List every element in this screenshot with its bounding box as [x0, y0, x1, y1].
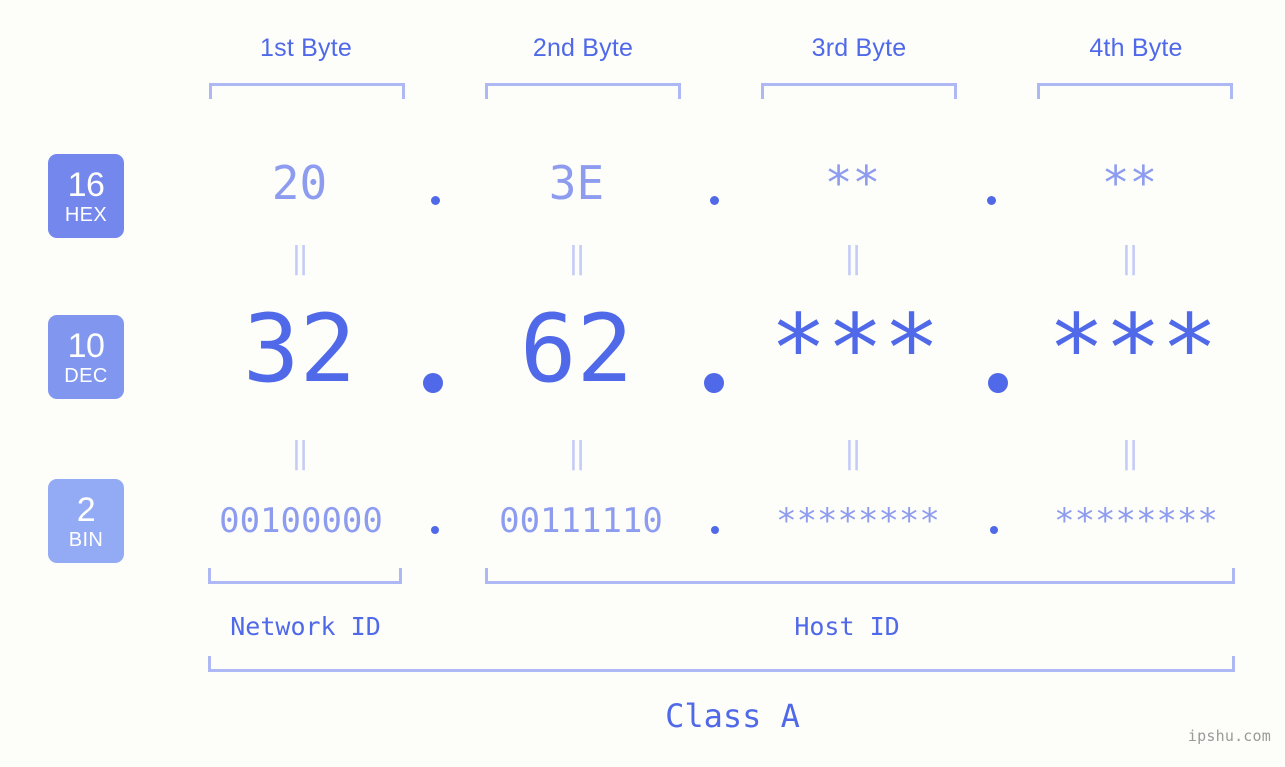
- byte-header-1-label: 1st Byte: [260, 34, 352, 62]
- equals-connector-hex-dec-2: ‖: [567, 241, 586, 276]
- byte-bracket-3: [761, 83, 957, 99]
- byte-bracket-4: [1037, 83, 1233, 99]
- watermark: ipshu.com: [1187, 727, 1271, 745]
- byte-header-1: 1st Byte: [207, 34, 405, 63]
- bin-byte-4-value: ********: [1054, 501, 1218, 541]
- host-id-label: Host ID: [757, 612, 937, 641]
- hex-byte-2-value: 3E: [548, 156, 605, 210]
- equals-connector-dec-bin-1: ‖: [290, 436, 309, 471]
- bin-byte-2-value: 00111110: [499, 501, 663, 541]
- class-label: Class A: [610, 697, 855, 735]
- base-badge-hex-abbr: HEX: [64, 203, 108, 226]
- equals-connector-dec-bin-4: ‖: [1120, 436, 1139, 471]
- hex-byte-1-value: 20: [271, 156, 328, 210]
- host-id-label-text: Host ID: [794, 612, 900, 641]
- base-badge-bin: 2 BIN: [48, 479, 124, 563]
- base-badge-bin-number: 2: [76, 490, 96, 529]
- bin-byte-3-value: ********: [776, 501, 940, 541]
- hex-separator-dot-2: [710, 196, 719, 205]
- base-badge-dec: 10 DEC: [48, 315, 124, 399]
- byte-header-2-label: 2nd Byte: [532, 34, 634, 62]
- hex-byte-3-value: **: [824, 156, 881, 210]
- hex-separator-dot-3: [987, 196, 996, 205]
- base-badge-hex-number: 16: [67, 165, 105, 204]
- equals-connector-hex-dec-3: ‖: [843, 241, 862, 276]
- network-id-label: Network ID: [203, 612, 408, 641]
- dec-byte-2-value: 62: [519, 295, 634, 404]
- base-badge-hex: 16 HEX: [48, 154, 124, 238]
- byte-header-3: 3rd Byte: [760, 34, 958, 63]
- dec-separator-dot-2: [704, 373, 724, 393]
- bin-separator-dot-3: [990, 526, 998, 534]
- base-badge-dec-number: 10: [67, 326, 105, 365]
- byte-header-4-label: 4th Byte: [1089, 34, 1183, 62]
- byte-header-2: 2nd Byte: [484, 34, 682, 63]
- ip-byte-breakdown-diagram: 1st Byte 2nd Byte 3rd Byte 4th Byte 16 H…: [0, 0, 1285, 767]
- class-bracket: [208, 656, 1235, 672]
- network-id-bracket: [208, 568, 402, 584]
- dec-byte-1-value: 32: [242, 295, 357, 404]
- host-id-bracket: [485, 568, 1235, 584]
- bin-separator-dot-1: [431, 526, 439, 534]
- dec-separator-dot-1: [423, 373, 443, 393]
- byte-bracket-1: [209, 83, 405, 99]
- bin-byte-1-value: 00100000: [219, 501, 383, 541]
- byte-bracket-2: [485, 83, 681, 99]
- hex-separator-dot-1: [431, 196, 440, 205]
- network-id-label-text: Network ID: [230, 612, 381, 641]
- hex-byte-4-value: **: [1101, 156, 1158, 210]
- base-badge-bin-abbr: BIN: [68, 528, 104, 551]
- equals-connector-hex-dec-1: ‖: [290, 241, 309, 276]
- base-badge-dec-abbr: DEC: [64, 364, 108, 387]
- dec-byte-4-value: ***: [1048, 295, 1218, 404]
- dec-separator-dot-3: [988, 373, 1008, 393]
- equals-connector-dec-bin-3: ‖: [843, 436, 862, 471]
- equals-connector-dec-bin-2: ‖: [567, 436, 586, 471]
- class-label-text: Class A: [665, 697, 800, 735]
- dec-byte-3-value: ***: [770, 295, 940, 404]
- bin-separator-dot-2: [711, 526, 719, 534]
- byte-header-3-label: 3rd Byte: [811, 34, 907, 62]
- equals-connector-hex-dec-4: ‖: [1120, 241, 1139, 276]
- byte-header-4: 4th Byte: [1037, 34, 1235, 63]
